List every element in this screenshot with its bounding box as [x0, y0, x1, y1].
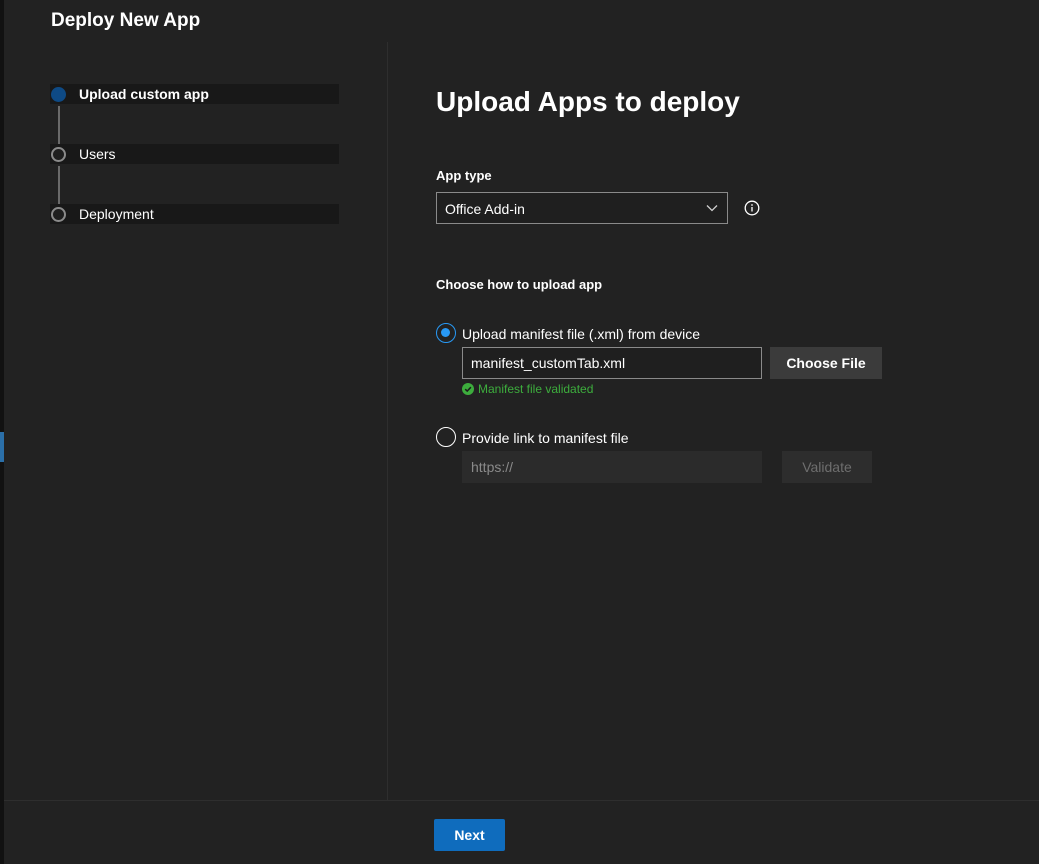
- manifest-file-field[interactable]: manifest_customTab.xml: [462, 347, 762, 379]
- step-upload-custom-app[interactable]: Upload custom app: [50, 84, 340, 104]
- step-connector: [58, 166, 60, 204]
- check-circle-icon: [462, 383, 474, 395]
- step-indicator-icon: [51, 87, 66, 102]
- choose-file-button[interactable]: Choose File: [770, 347, 882, 379]
- manifest-link-input[interactable]: https://: [462, 451, 762, 483]
- upload-method-label: Choose how to upload app: [436, 277, 603, 292]
- panel-title: Deploy New App: [51, 10, 201, 31]
- chevron-down-icon: [706, 205, 718, 212]
- step-indicator-icon: [51, 147, 66, 162]
- deploy-panel: Deploy New App Upload custom app Users D…: [4, 0, 1039, 864]
- validate-button[interactable]: Validate: [782, 451, 872, 483]
- panel-header: Deploy New App: [4, 0, 1039, 42]
- step-indicator-icon: [51, 207, 66, 222]
- step-label: Users: [79, 146, 116, 162]
- info-icon[interactable]: [744, 200, 760, 216]
- step-deployment[interactable]: Deployment: [50, 204, 340, 224]
- step-users[interactable]: Users: [50, 144, 340, 164]
- next-button[interactable]: Next: [434, 819, 505, 851]
- panel-footer: Next: [4, 800, 1039, 864]
- step-connector: [58, 106, 60, 144]
- provide-link-label[interactable]: Provide link to manifest file: [462, 430, 629, 446]
- app-type-dropdown[interactable]: Office Add-in: [436, 192, 728, 224]
- validation-status-text: Manifest file validated: [478, 382, 594, 396]
- step-label: Upload custom app: [79, 86, 209, 102]
- wizard-steps: Upload custom app Users Deployment: [4, 42, 388, 800]
- upload-from-device-radio[interactable]: [436, 323, 456, 343]
- upload-from-device-label[interactable]: Upload manifest file (.xml) from device: [462, 326, 700, 342]
- app-type-selected: Office Add-in: [445, 201, 525, 217]
- step-label: Deployment: [79, 206, 154, 222]
- page-title: Upload Apps to deploy: [436, 86, 740, 117]
- provide-link-radio[interactable]: [436, 427, 456, 447]
- app-type-label: App type: [436, 168, 492, 183]
